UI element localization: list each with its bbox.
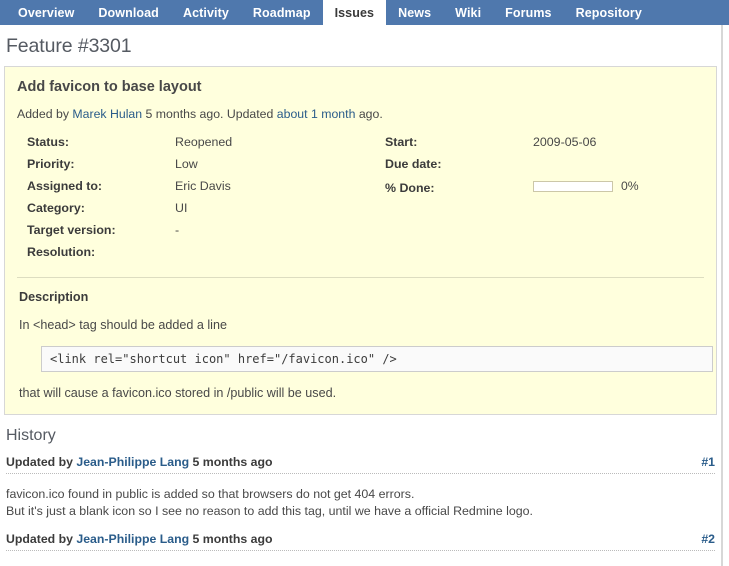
journal-author-link[interactable]: Jean-Philippe Lang	[76, 532, 189, 546]
attribute-row-resolution: Resolution:	[27, 245, 375, 267]
journal-header: Updated by Jean-Philippe Lang 5 months a…	[6, 532, 715, 551]
journal-prefix: Updated by	[6, 532, 77, 546]
journal-note-line-1: favicon.ico found in public is added so …	[6, 487, 415, 501]
tab-forums[interactable]: Forums	[493, 0, 563, 25]
added-by-suffix: 5 months ago. Updated	[142, 107, 277, 121]
attribute-value-category: UI	[175, 201, 188, 215]
issue-attributes: Status: Reopened Priority: Low Assigned …	[17, 135, 704, 267]
percent-done-wrapper: 0%	[533, 179, 639, 193]
attribute-row-target-version: Target version: -	[27, 223, 375, 245]
attribute-row-category: Category: UI	[27, 201, 375, 223]
attribute-label-assigned-to: Assigned to:	[27, 179, 103, 193]
page-title: Feature #3301	[6, 35, 132, 57]
description-code-block: <link rel="shortcut icon" href="/favicon…	[41, 346, 713, 372]
journal-suffix: 5 months ago	[189, 532, 273, 546]
attribute-label-category: Category:	[27, 201, 85, 215]
tab-repository[interactable]: Repository	[564, 0, 654, 25]
tab-wiki[interactable]: Wiki	[443, 0, 493, 25]
attribute-value-assigned-to[interactable]: Eric Davis	[175, 179, 231, 193]
attribute-label-status: Status:	[27, 135, 69, 149]
added-by-prefix: Added by	[17, 107, 73, 121]
attribute-row-percent-done: % Done: 0%	[385, 179, 695, 201]
attribute-row-assigned-to: Assigned to: Eric Davis	[27, 179, 375, 201]
attribute-label-due-date: Due date:	[385, 157, 442, 171]
journal-header: Updated by Jean-Philippe Lang 5 months a…	[6, 455, 715, 474]
attribute-label-priority: Priority:	[27, 157, 75, 171]
attribute-label-start: Start:	[385, 135, 418, 149]
tab-news[interactable]: News	[386, 0, 443, 25]
attribute-value-status: Reopened	[175, 135, 233, 149]
journal-note-line-2: But it's just a blank icon so I see no r…	[6, 504, 533, 518]
journal-notes: favicon.ico found in public is added so …	[6, 486, 715, 520]
journal-entry-1: Updated by Jean-Philippe Lang 5 months a…	[6, 455, 715, 520]
added-by-tail: ago.	[355, 107, 383, 121]
tab-download[interactable]: Download	[86, 0, 171, 25]
issue-subject: Add favicon to base layout	[17, 79, 202, 95]
issue-author-line: Added by Marek Hulan 5 months ago. Updat…	[17, 107, 704, 121]
journal-prefix: Updated by	[6, 455, 77, 469]
journal-anchor-link[interactable]: #1	[701, 455, 715, 469]
journal-suffix: 5 months ago	[189, 455, 273, 469]
tab-activity[interactable]: Activity	[171, 0, 241, 25]
attributes-right-column: Start: 2009-05-06 Due date: % Done: 0%	[375, 135, 695, 267]
attribute-label-percent-done: % Done:	[385, 180, 435, 195]
attribute-value-target-version: -	[175, 223, 180, 237]
page-content: Feature #3301 Add favicon to base layout…	[0, 25, 723, 566]
tab-issues[interactable]: Issues	[322, 0, 387, 25]
tab-roadmap[interactable]: Roadmap	[241, 0, 323, 25]
journal-anchor-link[interactable]: #2	[701, 532, 715, 546]
attribute-row-priority: Priority: Low	[27, 157, 375, 179]
issue-updated-link[interactable]: about 1 month	[277, 107, 356, 121]
attributes-left-column: Status: Reopened Priority: Low Assigned …	[17, 135, 375, 267]
description-heading: Description	[19, 290, 89, 304]
percent-done-value: 0%	[621, 179, 639, 193]
attributes-description-divider	[17, 277, 704, 278]
attribute-label-target-version: Target version:	[27, 223, 116, 237]
journal-byline: Updated by Jean-Philippe Lang 5 months a…	[6, 455, 272, 469]
description-line-1: In <head> tag should be added a line	[19, 318, 227, 332]
attribute-row-status: Status: Reopened	[27, 135, 375, 157]
progress-bar	[533, 180, 613, 192]
main-navigation-tabs: Overview Download Activity Roadmap Issue…	[0, 0, 729, 25]
history-heading: History	[6, 427, 56, 444]
attribute-value-start: 2009-05-06	[533, 135, 597, 149]
journal-author-link[interactable]: Jean-Philippe Lang	[76, 455, 189, 469]
attribute-label-resolution: Resolution:	[27, 245, 96, 259]
journal-entry-2: Updated by Jean-Philippe Lang 5 months a…	[6, 532, 715, 551]
tab-overview[interactable]: Overview	[6, 0, 86, 25]
attribute-row-start: Start: 2009-05-06	[385, 135, 695, 157]
journal-byline: Updated by Jean-Philippe Lang 5 months a…	[6, 532, 272, 546]
attribute-row-due-date: Due date:	[385, 157, 695, 179]
issue-author-link[interactable]: Marek Hulan	[72, 107, 142, 121]
attribute-value-priority: Low	[175, 157, 198, 171]
description-line-2: that will cause a favicon.ico stored in …	[19, 386, 337, 400]
issue-details-box: Add favicon to base layout Added by Mare…	[4, 66, 717, 415]
